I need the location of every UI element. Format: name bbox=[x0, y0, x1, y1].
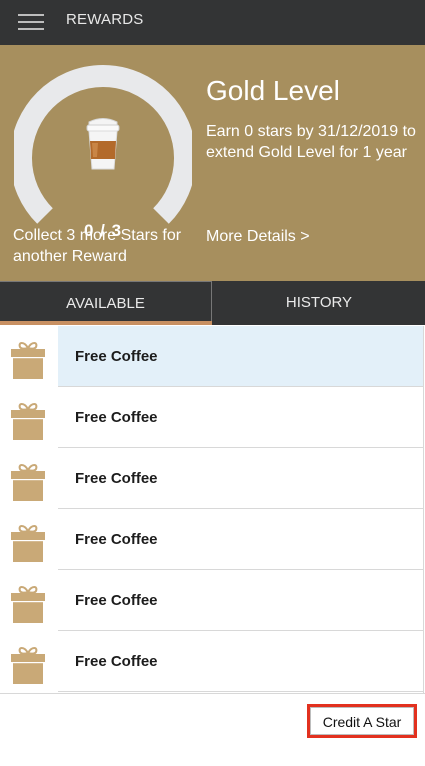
level-title: Gold Level bbox=[206, 75, 340, 106]
rewards-status-panel: 0 / 3 Collect 3 more Stars for another R… bbox=[0, 45, 425, 281]
gift-icon bbox=[10, 400, 46, 440]
active-tab-indicator bbox=[0, 321, 212, 325]
tab-history[interactable]: HISTORY bbox=[213, 281, 425, 325]
reward-label: Free Coffee bbox=[75, 592, 158, 609]
credit-a-star-button[interactable]: Credit A Star bbox=[307, 704, 417, 738]
reward-row[interactable]: Free Coffee bbox=[0, 387, 425, 448]
coffee-cup-icon bbox=[86, 118, 120, 170]
top-app-bar: REWARDS bbox=[0, 0, 425, 45]
reward-row[interactable]: Free Coffee bbox=[0, 509, 425, 570]
rewards-list: Free Coffee Free Coffee Free Coffee Free… bbox=[0, 326, 425, 692]
rewards-tabs: AVAILABLE HISTORY bbox=[0, 281, 425, 325]
credit-a-star-label: Credit A Star bbox=[310, 707, 414, 735]
reward-label: Free Coffee bbox=[75, 470, 158, 487]
gift-icon bbox=[10, 583, 46, 623]
gift-icon bbox=[10, 461, 46, 501]
gift-icon bbox=[10, 644, 46, 684]
level-description: Earn 0 stars by 31/12/2019 to extend Gol… bbox=[206, 123, 416, 161]
reward-label: Free Coffee bbox=[75, 409, 158, 426]
reward-label: Free Coffee bbox=[75, 531, 158, 548]
reward-row[interactable]: Free Coffee bbox=[0, 631, 425, 692]
reward-row[interactable]: Free Coffee bbox=[0, 448, 425, 509]
divider bbox=[0, 693, 425, 694]
more-details-link[interactable]: More Details > bbox=[206, 228, 310, 246]
reward-row[interactable]: Free Coffee bbox=[0, 570, 425, 631]
gift-icon bbox=[10, 522, 46, 562]
page-title: REWARDS bbox=[66, 11, 144, 28]
hamburger-menu-icon[interactable] bbox=[18, 13, 44, 31]
reward-row[interactable]: Free Coffee bbox=[0, 326, 425, 387]
reward-label: Free Coffee bbox=[75, 653, 158, 670]
reward-label: Free Coffee bbox=[75, 348, 158, 365]
tab-available[interactable]: AVAILABLE bbox=[0, 281, 212, 325]
gift-icon bbox=[10, 339, 46, 379]
collect-stars-message: Collect 3 more Stars for another Reward bbox=[13, 227, 182, 265]
